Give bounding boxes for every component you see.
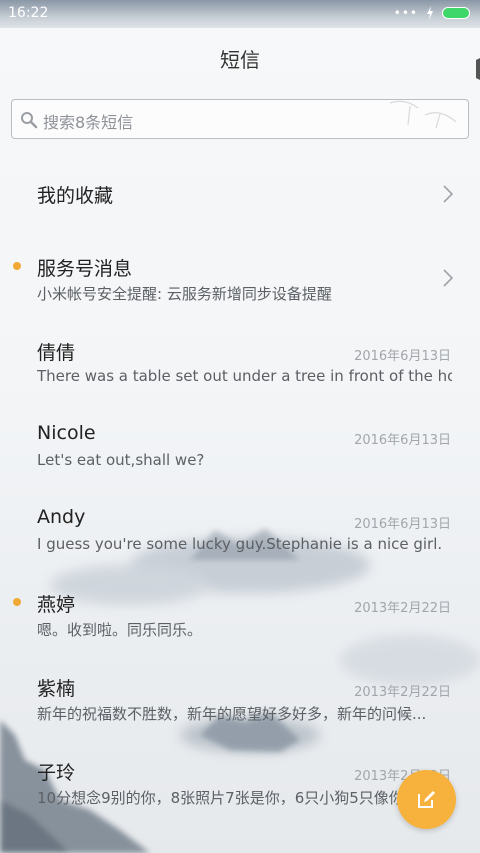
battery-icon (442, 7, 470, 19)
unread-dot-icon (13, 262, 21, 270)
conversation-date: 2016年6月13日 (354, 433, 451, 448)
conversation-date: 2016年6月13日 (354, 517, 451, 532)
favorites-label: 我的收藏 (37, 185, 114, 207)
service-messages-row[interactable]: 服务号消息 小米帐号安全提醒: 云服务新增同步设备提醒 (0, 236, 480, 320)
conversation-name: 燕婷 (37, 594, 76, 616)
compose-button[interactable] (397, 770, 456, 829)
conversation-preview: 嗯。收到啦。同乐同乐。 (37, 621, 203, 639)
conversation-preview: There was a table set out under a tree i… (37, 367, 452, 385)
compose-icon (418, 791, 435, 808)
page-title: 短信 (220, 48, 260, 72)
conversation-row[interactable]: 燕婷 2013年2月22日 嗯。收到啦。同乐同乐。 (0, 572, 480, 656)
conversation-date: 2013年2月22日 (354, 685, 451, 700)
conversation-row[interactable]: 倩倩 2016年6月13日 There was a table set out … (0, 320, 480, 404)
unread-dot-icon (13, 598, 21, 606)
conversation-preview: 新年的祝福数不胜数，新年的愿望好多好多，新年的问候... (37, 705, 427, 723)
chevron-right-icon (443, 185, 454, 203)
conversation-name: 子玲 (37, 762, 76, 784)
conversation-row[interactable]: 紫楠 2013年2月22日 新年的祝福数不胜数，新年的愿望好多好多，新年的问候.… (0, 656, 480, 740)
conversation-date: 2016年6月13日 (354, 349, 451, 364)
conversation-row[interactable]: Andy 2016年6月13日 I guess you're some luck… (0, 488, 480, 572)
conversation-name: Andy (37, 506, 86, 528)
search-placeholder: 搜索8条短信 (43, 113, 134, 132)
search-icon (21, 112, 38, 129)
conversation-preview: I guess you're some lucky guy.Stephanie … (37, 535, 443, 553)
chevron-right-icon (443, 269, 454, 287)
notification-dots-icon: ••• (393, 6, 418, 20)
conversation-preview: Let's eat out,shall we? (37, 451, 205, 469)
conversation-name: 服务号消息 (37, 258, 133, 280)
favorites-row[interactable]: 我的收藏 (0, 152, 480, 236)
conversation-date: 2013年2月22日 (354, 601, 451, 616)
status-time: 16:22 (8, 5, 49, 21)
charging-icon (427, 6, 433, 20)
conversation-name: 紫楠 (37, 678, 76, 700)
conversation-name: 倩倩 (37, 342, 76, 364)
conversation-name: Nicole (37, 422, 96, 444)
conversation-preview: 小米帐号安全提醒: 云服务新增同步设备提醒 (37, 285, 332, 303)
status-bar: 16:22 ••• (0, 0, 480, 28)
conversation-preview: 10分想念9别的你，8张照片7张是你，6只小狗5只像你 (37, 789, 404, 807)
conversation-row[interactable]: Nicole 2016年6月13日 Let's eat out,shall we… (0, 404, 480, 488)
search-input[interactable]: 搜索8条短信 (11, 99, 469, 139)
